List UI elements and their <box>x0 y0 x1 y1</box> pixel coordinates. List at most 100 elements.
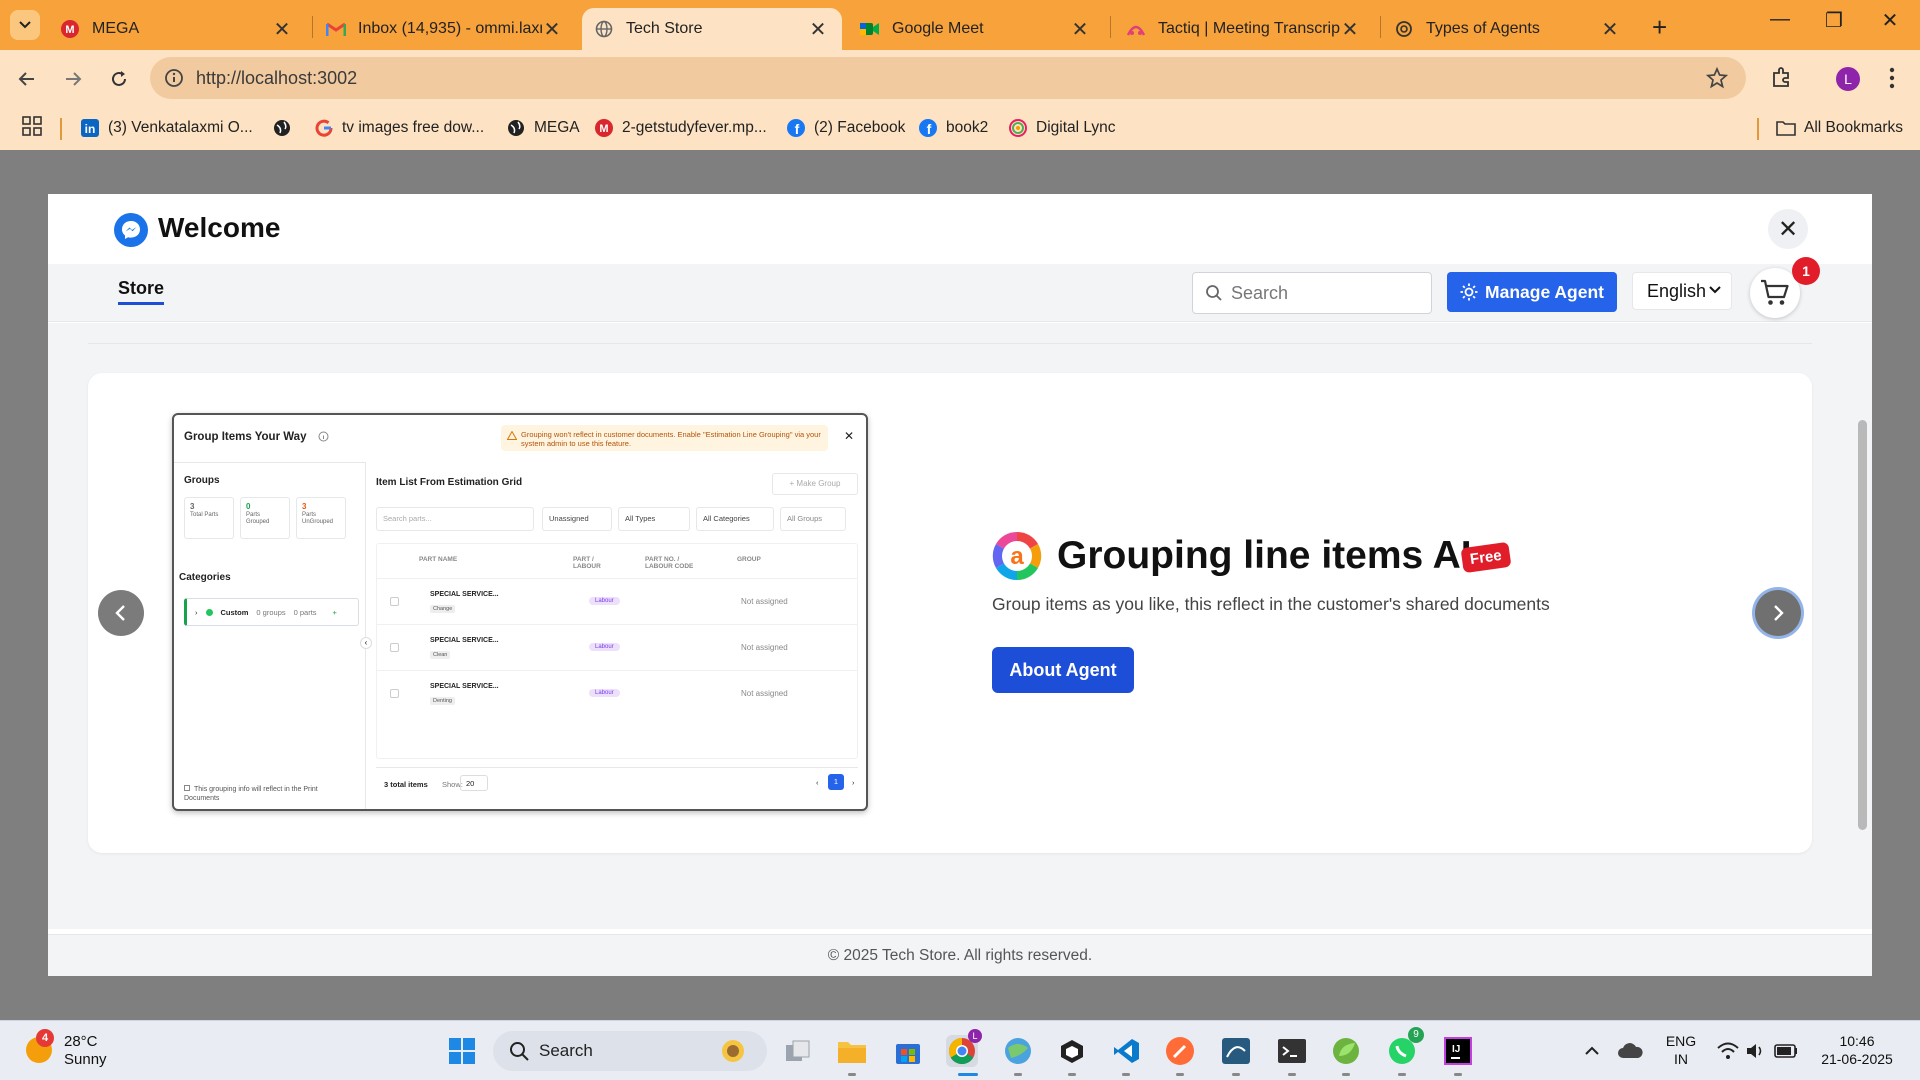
microsoft-store-icon[interactable] <box>892 1035 924 1067</box>
tab-types-of-agents[interactable]: Types of Agents ✕ <box>1382 8 1634 50</box>
running-indicator <box>1454 1073 1462 1076</box>
category-parts: 0 parts <box>293 607 317 617</box>
agent-preview-image: Group Items Your Way Grouping won't refl… <box>172 413 868 811</box>
profile-avatar[interactable]: L <box>1836 67 1860 91</box>
minimize-button[interactable]: — <box>1760 8 1800 31</box>
windows-start-icon[interactable] <box>446 1035 478 1067</box>
preview-filter: All Categories <box>696 507 774 531</box>
bookmark-book2[interactable]: f book2 <box>918 114 988 142</box>
volume-icon[interactable] <box>1740 1035 1772 1067</box>
preview-warning: Grouping won't reflect in customer docum… <box>501 425 828 451</box>
content-divider <box>88 323 1812 344</box>
preview-category-item: › Custom 0 groups 0 parts + <box>184 598 359 626</box>
restore-button[interactable]: ❐ <box>1814 8 1854 33</box>
postman-icon[interactable] <box>1164 1035 1196 1067</box>
row-tag: Clean <box>430 651 451 659</box>
running-indicator <box>1176 1073 1184 1076</box>
extensions-icon[interactable] <box>1770 65 1794 89</box>
language-select[interactable]: English <box>1632 272 1732 310</box>
tab-google-meet[interactable]: Google Meet ✕ <box>848 8 1104 50</box>
agent-logo-icon: a <box>992 531 1042 581</box>
apps-grid-icon[interactable] <box>22 116 42 136</box>
bookmark-getstudyfever[interactable]: M 2-getstudyfever.mp... <box>594 114 767 142</box>
close-tab-icon[interactable]: ✕ <box>542 17 562 42</box>
task-view-icon[interactable] <box>782 1035 814 1067</box>
forward-button[interactable] <box>58 64 88 94</box>
clock[interactable]: 10:46 21-06-2025 <box>1812 1032 1902 1068</box>
close-modal-button[interactable]: ✕ <box>1768 209 1808 249</box>
preview-col-header: GROUP <box>737 556 761 563</box>
whatsapp-icon[interactable]: 9 <box>1386 1027 1424 1067</box>
row-tag: Change <box>430 605 456 613</box>
back-button[interactable] <box>12 64 42 94</box>
running-indicator <box>1398 1073 1406 1076</box>
bookmark-mega[interactable]: MEGA <box>506 114 580 142</box>
input-language[interactable]: ENG IN <box>1656 1032 1706 1068</box>
spring-tools-icon[interactable] <box>1330 1035 1362 1067</box>
close-tab-icon[interactable]: ✕ <box>272 17 292 42</box>
preview-prev-page-icon: ‹ <box>816 778 819 787</box>
svg-text:f: f <box>795 121 800 137</box>
tab-tech-store[interactable]: Tech Store ✕ <box>582 8 842 50</box>
taskbar-search[interactable]: Search <box>493 1031 767 1071</box>
tab-store[interactable]: Store <box>118 278 165 305</box>
tab-mega[interactable]: M MEGA ✕ <box>48 8 306 50</box>
mysql-workbench-icon[interactable] <box>1220 1035 1252 1067</box>
close-tab-icon[interactable]: ✕ <box>808 17 828 42</box>
browser-app-icon[interactable] <box>1002 1035 1034 1067</box>
preview-stat: 3 Total Parts <box>184 497 234 539</box>
terminal-icon[interactable] <box>1276 1035 1308 1067</box>
intellij-icon[interactable]: IJ <box>1442 1035 1474 1067</box>
cart-count-badge: 1 <box>1792 257 1820 285</box>
new-tab-button[interactable]: + <box>1652 12 1667 43</box>
language-code: ENG <box>1665 1033 1697 1049</box>
all-bookmarks[interactable]: All Bookmarks <box>1776 114 1903 142</box>
preview-warning-text: Grouping won't reflect in customer docum… <box>521 430 821 448</box>
carousel-prev-button[interactable] <box>98 590 144 636</box>
table-row: SPECIAL SERVICE... Denting Labour Not as… <box>377 670 857 716</box>
clock-date: 21-06-2025 <box>1821 1051 1893 1067</box>
bookmark-linkedin[interactable]: in (3) Venkatalaxmi O... <box>80 114 253 142</box>
close-tab-icon[interactable]: ✕ <box>1600 17 1620 42</box>
browser-toolbar: http://localhost:3002 L <box>0 50 1920 106</box>
weather-condition: Sunny <box>64 1051 107 1068</box>
reload-button[interactable] <box>104 64 134 94</box>
page-scrollbar[interactable] <box>1858 420 1867 830</box>
tab-inbox[interactable]: Inbox (14,935) - ommi.laxm ✕ <box>314 8 576 50</box>
tab-search-button[interactable] <box>10 10 40 40</box>
svg-text:M: M <box>599 123 608 135</box>
preview-search: Search parts... <box>376 507 534 531</box>
app-cube-icon[interactable] <box>1056 1035 1088 1067</box>
manage-agent-button[interactable]: Manage Agent <box>1447 272 1617 312</box>
bookmark-globe[interactable] <box>272 114 300 142</box>
bookmark-tv-images[interactable]: tv images free dow... <box>314 114 484 142</box>
close-tab-icon[interactable]: ✕ <box>1070 17 1090 42</box>
bookmark-facebook[interactable]: f (2) Facebook <box>786 114 905 142</box>
plus-icon: + <box>332 607 337 617</box>
battery-icon[interactable] <box>1770 1035 1802 1067</box>
close-window-button[interactable]: ✕ <box>1870 8 1910 33</box>
free-badge: Free <box>1460 541 1512 574</box>
category-dot-icon <box>205 608 213 616</box>
chrome-icon[interactable]: L <box>946 1029 982 1067</box>
about-agent-button[interactable]: About Agent <box>992 647 1134 693</box>
preview-table: PART NAME PART / LABOUR PART NO. / LABOU… <box>376 543 858 759</box>
address-bar[interactable]: http://localhost:3002 <box>150 57 1746 99</box>
chevron-up-icon[interactable] <box>1576 1035 1608 1067</box>
tab-tactiq[interactable]: Tactiq | Meeting Transcripti ✕ <box>1114 8 1374 50</box>
carousel-next-button[interactable] <box>1755 590 1801 636</box>
svg-text:a: a <box>1010 543 1024 570</box>
site-info-icon[interactable] <box>164 68 184 88</box>
browser-menu-icon[interactable] <box>1888 66 1896 90</box>
warning-icon <box>507 431 517 440</box>
onedrive-icon[interactable] <box>1614 1035 1646 1067</box>
search-input[interactable] <box>1231 282 1421 304</box>
close-tab-icon[interactable]: ✕ <box>1340 17 1360 42</box>
agent-description: Group items as you like, this reflect in… <box>992 594 1550 614</box>
vscode-icon[interactable] <box>1110 1035 1142 1067</box>
search-field[interactable] <box>1192 272 1432 314</box>
file-explorer-icon[interactable] <box>836 1035 868 1067</box>
preview-filter: Unassigned <box>542 507 612 531</box>
bookmark-star-icon[interactable] <box>1706 67 1728 89</box>
bookmark-digital-lync[interactable]: Digital Lync <box>1008 114 1116 142</box>
